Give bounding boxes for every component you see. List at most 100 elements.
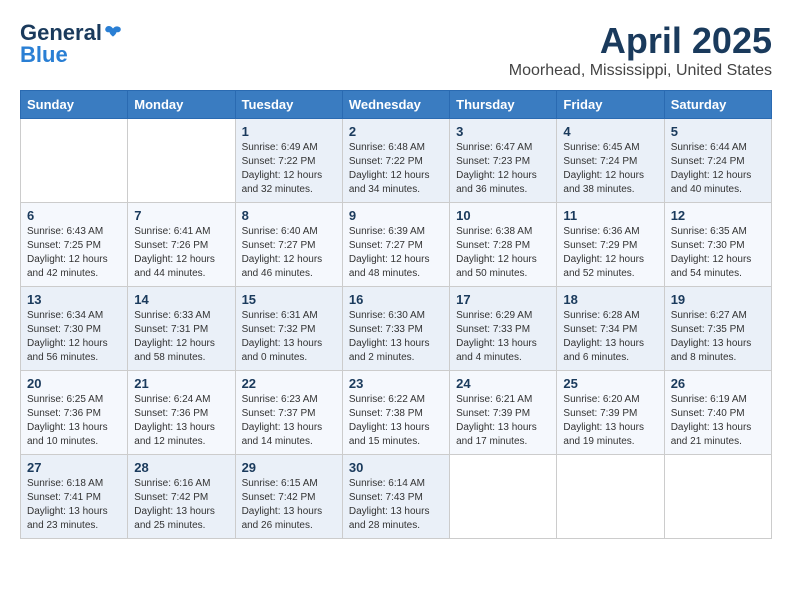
weekday-header-thursday: Thursday: [450, 91, 557, 119]
day-number: 30: [349, 460, 443, 475]
logo-blue: Blue: [20, 42, 68, 68]
day-info: Sunrise: 6:40 AM Sunset: 7:27 PM Dayligh…: [242, 225, 336, 281]
day-number: 17: [456, 292, 550, 307]
calendar-cell: 22 Sunrise: 6:23 AM Sunset: 7:37 PM Dayli…: [235, 371, 342, 455]
calendar-cell: 27 Sunrise: 6:18 AM Sunset: 7:41 PM Dayli…: [21, 455, 128, 539]
page-header: General Blue April 2025 Moorhead, Missis…: [20, 20, 772, 80]
calendar-cell: 5Sunrise: 6:44 AM Sunset: 7:24 PM Daylig…: [664, 119, 771, 203]
day-number: 19: [671, 292, 765, 307]
day-number: 16: [349, 292, 443, 307]
day-info: Sunrise: 6:19 AM Sunset: 7:40 PM Dayligh…: [671, 393, 765, 449]
calendar-cell: 21 Sunrise: 6:24 AM Sunset: 7:36 PM Dayli…: [128, 371, 235, 455]
calendar-cell: 3 Sunrise: 6:47 AM Sunset: 7:23 PM Daylig…: [450, 119, 557, 203]
day-info: Sunrise: 6:25 AM Sunset: 7:36 PM Dayligh…: [27, 393, 121, 449]
day-info: Sunrise: 6:43 AM Sunset: 7:25 PM Dayligh…: [27, 225, 121, 281]
calendar-cell: 19Sunrise: 6:27 AM Sunset: 7:35 PM Dayli…: [664, 287, 771, 371]
calendar-cell: 15 Sunrise: 6:31 AM Sunset: 7:32 PM Dayli…: [235, 287, 342, 371]
calendar-cell: 10 Sunrise: 6:38 AM Sunset: 7:28 PM Dayli…: [450, 203, 557, 287]
day-info: Sunrise: 6:18 AM Sunset: 7:41 PM Dayligh…: [27, 477, 121, 533]
day-info: Sunrise: 6:34 AM Sunset: 7:30 PM Dayligh…: [27, 309, 121, 365]
title-block: April 2025 Moorhead, Mississippi, United…: [509, 20, 772, 80]
weekday-header-tuesday: Tuesday: [235, 91, 342, 119]
day-number: 26: [671, 376, 765, 391]
calendar-week-row: 1 Sunrise: 6:49 AM Sunset: 7:22 PM Daylig…: [21, 119, 772, 203]
calendar-cell: 17 Sunrise: 6:29 AM Sunset: 7:33 PM Dayli…: [450, 287, 557, 371]
calendar-cell: 11 Sunrise: 6:36 AM Sunset: 7:29 PM Dayli…: [557, 203, 664, 287]
calendar-cell: 29Sunrise: 6:15 AM Sunset: 7:42 PM Dayli…: [235, 455, 342, 539]
day-info: Sunrise: 6:28 AM Sunset: 7:34 PM Dayligh…: [563, 309, 657, 365]
day-info: Sunrise: 6:24 AM Sunset: 7:36 PM Dayligh…: [134, 393, 228, 449]
calendar-cell: [21, 119, 128, 203]
day-number: 28: [134, 460, 228, 475]
day-number: 1: [242, 124, 336, 139]
day-number: 11: [563, 208, 657, 223]
day-number: 2: [349, 124, 443, 139]
day-number: 5: [671, 124, 765, 139]
day-number: 13: [27, 292, 121, 307]
day-info: Sunrise: 6:20 AM Sunset: 7:39 PM Dayligh…: [563, 393, 657, 449]
day-info: Sunrise: 6:14 AM Sunset: 7:43 PM Dayligh…: [349, 477, 443, 533]
calendar-cell: [128, 119, 235, 203]
calendar-cell: 9 Sunrise: 6:39 AM Sunset: 7:27 PM Daylig…: [342, 203, 449, 287]
calendar-cell: 23Sunrise: 6:22 AM Sunset: 7:38 PM Dayli…: [342, 371, 449, 455]
calendar-table: SundayMondayTuesdayWednesdayThursdayFrid…: [20, 90, 772, 539]
day-info: Sunrise: 6:38 AM Sunset: 7:28 PM Dayligh…: [456, 225, 550, 281]
calendar-week-row: 13 Sunrise: 6:34 AM Sunset: 7:30 PM Dayli…: [21, 287, 772, 371]
calendar-header-row: SundayMondayTuesdayWednesdayThursdayFrid…: [21, 91, 772, 119]
day-number: 10: [456, 208, 550, 223]
day-info: Sunrise: 6:39 AM Sunset: 7:27 PM Dayligh…: [349, 225, 443, 281]
day-number: 15: [242, 292, 336, 307]
calendar-cell: 20Sunrise: 6:25 AM Sunset: 7:36 PM Dayli…: [21, 371, 128, 455]
day-info: Sunrise: 6:33 AM Sunset: 7:31 PM Dayligh…: [134, 309, 228, 365]
day-info: Sunrise: 6:31 AM Sunset: 7:32 PM Dayligh…: [242, 309, 336, 365]
day-info: Sunrise: 6:30 AM Sunset: 7:33 PM Dayligh…: [349, 309, 443, 365]
calendar-cell: 26 Sunrise: 6:19 AM Sunset: 7:40 PM Dayli…: [664, 371, 771, 455]
calendar-week-row: 20Sunrise: 6:25 AM Sunset: 7:36 PM Dayli…: [21, 371, 772, 455]
day-info: Sunrise: 6:22 AM Sunset: 7:38 PM Dayligh…: [349, 393, 443, 449]
day-info: Sunrise: 6:29 AM Sunset: 7:33 PM Dayligh…: [456, 309, 550, 365]
day-number: 8: [242, 208, 336, 223]
day-number: 4: [563, 124, 657, 139]
calendar-cell: 13 Sunrise: 6:34 AM Sunset: 7:30 PM Dayli…: [21, 287, 128, 371]
calendar-cell: 16 Sunrise: 6:30 AM Sunset: 7:33 PM Dayli…: [342, 287, 449, 371]
day-number: 24: [456, 376, 550, 391]
calendar-cell: 1 Sunrise: 6:49 AM Sunset: 7:22 PM Daylig…: [235, 119, 342, 203]
day-number: 27: [27, 460, 121, 475]
weekday-header-wednesday: Wednesday: [342, 91, 449, 119]
weekday-header-monday: Monday: [128, 91, 235, 119]
day-info: Sunrise: 6:15 AM Sunset: 7:42 PM Dayligh…: [242, 477, 336, 533]
day-number: 7: [134, 208, 228, 223]
calendar-cell: 8 Sunrise: 6:40 AM Sunset: 7:27 PM Daylig…: [235, 203, 342, 287]
day-info: Sunrise: 6:23 AM Sunset: 7:37 PM Dayligh…: [242, 393, 336, 449]
calendar-cell: 28 Sunrise: 6:16 AM Sunset: 7:42 PM Dayli…: [128, 455, 235, 539]
day-info: Sunrise: 6:48 AM Sunset: 7:22 PM Dayligh…: [349, 141, 443, 197]
day-info: Sunrise: 6:36 AM Sunset: 7:29 PM Dayligh…: [563, 225, 657, 281]
day-number: 3: [456, 124, 550, 139]
calendar-week-row: 6Sunrise: 6:43 AM Sunset: 7:25 PM Daylig…: [21, 203, 772, 287]
calendar-week-row: 27 Sunrise: 6:18 AM Sunset: 7:41 PM Dayli…: [21, 455, 772, 539]
day-info: Sunrise: 6:35 AM Sunset: 7:30 PM Dayligh…: [671, 225, 765, 281]
location: Moorhead, Mississippi, United States: [509, 62, 772, 80]
day-number: 25: [563, 376, 657, 391]
weekday-header-friday: Friday: [557, 91, 664, 119]
day-number: 21: [134, 376, 228, 391]
day-info: Sunrise: 6:21 AM Sunset: 7:39 PM Dayligh…: [456, 393, 550, 449]
calendar-cell: 14 Sunrise: 6:33 AM Sunset: 7:31 PM Dayli…: [128, 287, 235, 371]
day-number: 14: [134, 292, 228, 307]
calendar-cell: 18 Sunrise: 6:28 AM Sunset: 7:34 PM Dayli…: [557, 287, 664, 371]
calendar-cell: 30 Sunrise: 6:14 AM Sunset: 7:43 PM Dayli…: [342, 455, 449, 539]
day-info: Sunrise: 6:49 AM Sunset: 7:22 PM Dayligh…: [242, 141, 336, 197]
calendar-cell: 25 Sunrise: 6:20 AM Sunset: 7:39 PM Dayli…: [557, 371, 664, 455]
calendar-cell: 7Sunrise: 6:41 AM Sunset: 7:26 PM Daylig…: [128, 203, 235, 287]
calendar-cell: 2 Sunrise: 6:48 AM Sunset: 7:22 PM Daylig…: [342, 119, 449, 203]
logo-bird-icon: [104, 24, 122, 42]
day-number: 18: [563, 292, 657, 307]
logo: General Blue: [20, 20, 122, 68]
calendar-cell: [450, 455, 557, 539]
day-number: 22: [242, 376, 336, 391]
day-info: Sunrise: 6:47 AM Sunset: 7:23 PM Dayligh…: [456, 141, 550, 197]
day-number: 9: [349, 208, 443, 223]
calendar-cell: 24 Sunrise: 6:21 AM Sunset: 7:39 PM Dayli…: [450, 371, 557, 455]
day-info: Sunrise: 6:16 AM Sunset: 7:42 PM Dayligh…: [134, 477, 228, 533]
calendar-cell: [664, 455, 771, 539]
